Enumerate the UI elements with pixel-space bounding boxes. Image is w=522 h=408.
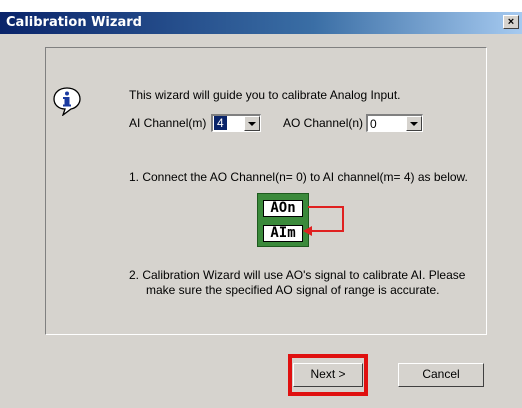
ao-pin-label: AOn (263, 200, 303, 217)
connection-diagram: AOn AIm (257, 193, 309, 247)
ai-channel-label: AI Channel(m) (129, 116, 207, 130)
wire-bottom (310, 230, 344, 232)
ai-channel-value: 4 (214, 116, 227, 130)
ao-channel-label: AO Channel(n) (283, 116, 364, 130)
info-icon (53, 87, 81, 116)
close-button[interactable]: × (503, 15, 519, 29)
wire-top (308, 206, 344, 208)
chevron-down-icon[interactable] (406, 116, 422, 131)
ai-channel-select[interactable]: 4 (211, 114, 261, 132)
step1-text: 1. Connect the AO Channel(n= 0) to AI ch… (129, 170, 468, 184)
intro-text: This wizard will guide you to calibrate … (129, 88, 401, 102)
next-button-highlight (288, 354, 368, 396)
wire-arrowhead (303, 226, 312, 236)
chevron-down-icon[interactable] (244, 116, 260, 131)
window-title: Calibration Wizard (6, 15, 142, 30)
ao-channel-value: 0 (370, 117, 377, 131)
ao-channel-select[interactable]: 0 (366, 114, 423, 132)
ai-pin-label: AIm (263, 225, 303, 242)
step2-line1: 2. Calibration Wizard will use AO's sign… (129, 268, 466, 282)
title-bar: Calibration Wizard × (0, 12, 522, 34)
close-icon: × (507, 16, 515, 28)
wire-right (342, 206, 344, 232)
cancel-button[interactable]: Cancel (398, 363, 484, 387)
step2-line2: make sure the specified AO signal of ran… (146, 283, 440, 297)
